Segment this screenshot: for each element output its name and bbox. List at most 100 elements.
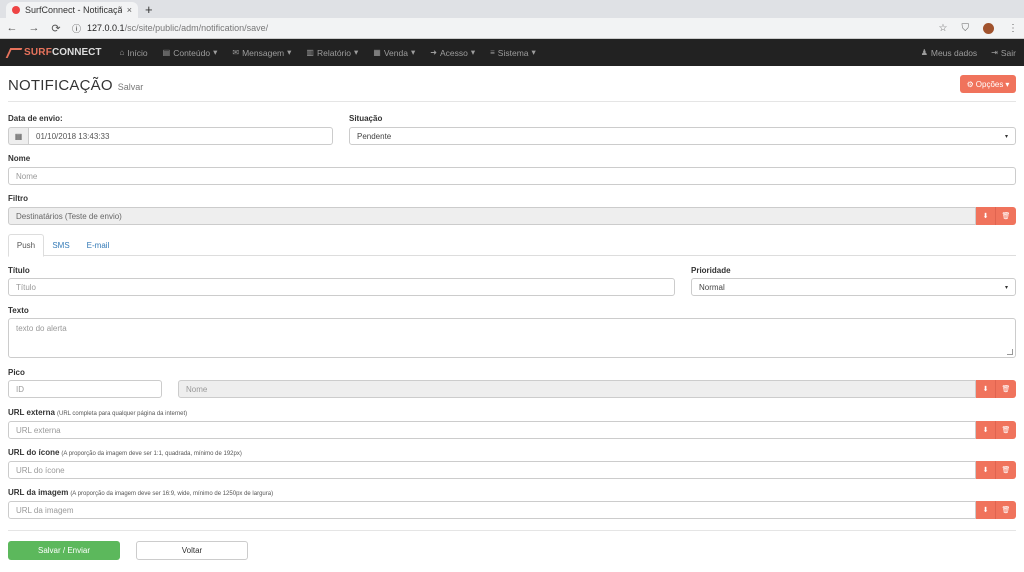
url-icone-hint: (A proporção da imagem deve ser 1:1, qua… (61, 451, 242, 457)
download-icon[interactable]: ⬇ (976, 380, 996, 398)
menu-item-acesso[interactable]: ➜ Acesso ▾ (430, 47, 475, 58)
forward-icon[interactable]: → (28, 22, 40, 34)
options-button[interactable]: ⚙ Opções ▾ (960, 75, 1016, 93)
situacao-value: Pendente (357, 131, 392, 141)
logout-icon: ⇥ (991, 48, 998, 57)
profile-avatar[interactable] (983, 22, 994, 34)
nome-input[interactable]: Nome (8, 167, 1016, 185)
browser-tab-title: SurfConnect - Notificaçã (25, 5, 122, 15)
trash-icon[interactable]: 🗑 (996, 501, 1016, 519)
menu-label: Mensagem (242, 47, 285, 58)
back-icon[interactable]: ← (6, 22, 18, 34)
menu-item-sair[interactable]: ⇥ Sair (991, 48, 1016, 58)
reload-icon[interactable]: ⟳ (50, 22, 62, 35)
trash-icon[interactable]: 🗑 (996, 421, 1016, 439)
situacao-label: Situação (349, 114, 383, 123)
url-externa-hint: (URL completa para qualquer página da in… (56, 411, 188, 417)
new-tab-button[interactable]: + (145, 2, 153, 17)
browser-menu-icon[interactable]: ⋮ (1008, 23, 1018, 34)
pico-label: Pico (8, 368, 25, 377)
divider (8, 530, 1016, 531)
data-envio-input[interactable]: 01/10/2018 13:43:33 (28, 127, 333, 145)
menu-label: Acesso (439, 47, 468, 58)
brand-text-connect: CONNECT (52, 47, 102, 58)
filtro-input: Destinatários (Teste de envio) (8, 207, 976, 225)
calendar-icon[interactable]: ▦ (8, 127, 28, 145)
download-icon[interactable]: ⬇ (976, 501, 996, 519)
caret-down-icon: ▾ (287, 47, 292, 57)
filtro-label: Filtro (8, 194, 28, 203)
prioridade-label: Prioridade (691, 266, 731, 275)
texto-placeholder: texto do alerta (16, 324, 67, 333)
pico-id-input[interactable]: ID (8, 380, 162, 398)
tab-push[interactable]: Push (8, 234, 44, 257)
list-icon: ≡ (490, 48, 495, 57)
trash-icon[interactable]: 🗑 (996, 380, 1016, 398)
caret-down-icon: ▾ (410, 47, 416, 57)
titulo-input[interactable]: Título (8, 278, 675, 296)
url-imagem-label: URL da imagem (A proporção da imagem deve… (8, 488, 273, 497)
url-imagem-hint: (A proporção da imagem deve ser 16:9, wi… (70, 491, 274, 497)
prioridade-value: Normal (699, 282, 725, 292)
url-externa-label-text: URL externa (8, 408, 55, 417)
main-menu: ⌂ Início ▤ Conteúdo ▾ ✉ Mensagem ▾ ▥ Relatório… (119, 47, 535, 58)
channel-tabs: Push SMS E-mail (8, 234, 1016, 257)
browser-tab[interactable]: SurfConnect - Notificaçã × (6, 2, 138, 18)
download-icon[interactable]: ⬇ (976, 461, 996, 479)
menu-item-conteudo[interactable]: ▤ Conteúdo ▾ (163, 47, 218, 58)
situacao-select[interactable]: Pendente ▾ (349, 127, 1016, 145)
page-subtitle: Salvar (117, 82, 144, 92)
menu-label: Início (127, 47, 148, 58)
address-bar[interactable]: ⓘ 127.0.0.1/sc/site/public/adm/notificat… (72, 20, 929, 36)
menu-item-mensagem[interactable]: ✉ Mensagem ▾ (232, 47, 291, 58)
save-send-button[interactable]: Salvar / Enviar (8, 541, 120, 560)
divider (8, 101, 1016, 102)
trash-icon[interactable]: 🗑 (996, 461, 1016, 479)
back-button[interactable]: Voltar (136, 541, 248, 560)
tab-sms[interactable]: SMS (46, 234, 76, 256)
menu-label: Meus dados (930, 47, 978, 58)
page-title: NOTIFICAÇÃO (8, 77, 113, 94)
trash-icon[interactable]: 🗑 (996, 207, 1016, 225)
brand-text-surf: SURF (24, 47, 53, 58)
prioridade-select[interactable]: Normal ▾ (691, 278, 1016, 296)
gear-icon: ⚙ (966, 79, 974, 89)
menu-item-venda[interactable]: ▦ Venda ▾ (373, 47, 415, 58)
menu-label: Sair (1000, 47, 1016, 58)
url-icone-label: URL do ícone (A proporção da imagem deve … (8, 448, 242, 457)
menu-item-relatorio[interactable]: ▥ Relatório ▾ (306, 47, 358, 58)
url-path: /sc/site/public/adm/notification/save/ (124, 23, 269, 33)
download-icon[interactable]: ⬇ (976, 421, 996, 439)
caret-down-icon: ▾ (354, 47, 359, 57)
chevron-down-icon: ▾ (1004, 133, 1008, 140)
url-imagem-input[interactable]: URL da imagem (8, 501, 976, 519)
user-icon: ♟ (920, 48, 928, 57)
tab-email[interactable]: E-mail (80, 234, 116, 256)
envelope-icon: ✉ (232, 48, 240, 57)
url-host: 127.0.0.1 (87, 23, 125, 33)
url-imagem-label-text: URL da imagem (8, 488, 69, 497)
bookmark-star-icon[interactable]: ☆ (939, 23, 948, 34)
pico-nome-input: Nome (178, 380, 976, 398)
titulo-label: Título (8, 266, 30, 275)
data-envio-label: Data de envio: (8, 114, 63, 123)
close-tab-icon[interactable]: × (127, 5, 132, 15)
resize-grip-icon[interactable] (1007, 349, 1013, 355)
url-icone-input[interactable]: URL do ícone (8, 461, 976, 479)
site-info-icon[interactable]: ⓘ (72, 22, 81, 35)
shield-extension-icon[interactable]: ⛉ (962, 23, 970, 34)
file-icon: ▤ (162, 48, 171, 57)
caret-down-icon: ▾ (1005, 79, 1010, 89)
favicon-icon (12, 6, 20, 14)
menu-item-inicio[interactable]: ⌂ Início (119, 48, 147, 58)
options-label: Opções (975, 79, 1004, 89)
calculator-icon: ▦ (373, 48, 381, 57)
download-icon[interactable]: ⬇ (976, 207, 996, 225)
url-externa-input[interactable]: URL externa (8, 421, 976, 439)
menu-item-sistema[interactable]: ≡ Sistema ▾ (490, 47, 536, 58)
brand-logo[interactable]: SURF CONNECT (5, 47, 102, 58)
menu-label: Relatório (316, 47, 352, 58)
texto-textarea[interactable]: texto do alerta (8, 318, 1016, 358)
menu-item-meus-dados[interactable]: ♟ Meus dados (921, 48, 977, 58)
app-navbar: SURF CONNECT ⌂ Início ▤ Conteúdo ▾ ✉ Mensagem… (0, 39, 1024, 66)
